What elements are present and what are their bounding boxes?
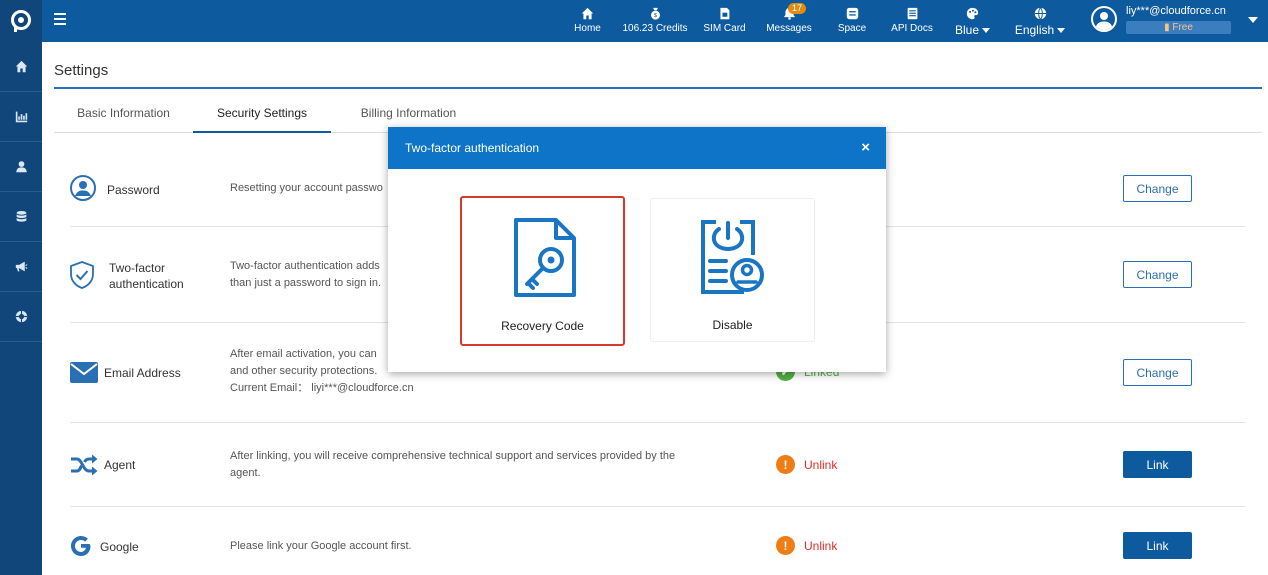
agent-status: ! Unlink xyxy=(776,455,837,474)
left-rail xyxy=(0,0,42,575)
nav-home[interactable]: Home xyxy=(570,0,605,42)
support-icon xyxy=(15,310,27,323)
google-icon xyxy=(71,536,91,556)
chart-icon xyxy=(15,111,27,123)
user-avatar-icon xyxy=(1095,12,1113,30)
palette-icon xyxy=(966,7,979,20)
agent-link-button[interactable]: Link xyxy=(1123,451,1192,478)
two-factor-title: Two-factor authentication xyxy=(109,261,184,291)
nav-home-label: Home xyxy=(574,23,601,34)
shuffle-icon xyxy=(71,454,98,476)
email-desc: After email activation, you can and other… xyxy=(230,348,414,394)
globe-icon xyxy=(1034,7,1046,20)
plan-badge: ▮ Free xyxy=(1126,21,1231,34)
email-change-button[interactable]: Change xyxy=(1123,359,1192,386)
google-title: Google xyxy=(100,540,139,554)
rail-item-storage[interactable] xyxy=(0,192,42,242)
google-status: ! Unlink xyxy=(776,536,837,555)
nav-space-label: Space xyxy=(837,23,867,34)
google-desc: Please link your Google account first. xyxy=(230,540,412,552)
megaphone-icon xyxy=(15,261,27,272)
nav-api-docs[interactable]: API Docs xyxy=(887,0,937,42)
user-menu-chevron-icon[interactable] xyxy=(1248,17,1258,23)
user-email: liy***@cloudforce.cn xyxy=(1126,5,1226,17)
rail-item-support[interactable] xyxy=(0,292,42,342)
nav-theme[interactable]: Blue xyxy=(950,0,995,42)
two-factor-modal: Two-factor authentication × Recovery Cod… xyxy=(388,127,886,372)
disable-icon xyxy=(701,220,764,294)
password-title: Password xyxy=(107,183,160,197)
password-desc: Resetting your account passwo xyxy=(230,182,383,194)
nav-sim-card-label: SIM Card xyxy=(703,23,746,34)
email-title: Email Address xyxy=(104,366,181,380)
home-icon xyxy=(15,60,27,73)
rail-item-marketing[interactable] xyxy=(0,242,42,292)
chevron-down-icon xyxy=(1057,28,1066,34)
email-icon xyxy=(70,362,98,383)
chevron-down-icon xyxy=(982,28,991,34)
rail-item-statistics[interactable] xyxy=(0,92,42,142)
title-divider xyxy=(54,87,1262,89)
option-recovery-code-label: Recovery Code xyxy=(501,319,584,333)
security-row-google: Google Please link your Google account f… xyxy=(70,507,1245,575)
top-bar: Home $ 106.23 Credits SIM Card 17 Messag… xyxy=(42,0,1268,42)
warning-icon: ! xyxy=(776,455,795,474)
agent-desc: After linking, you will receive comprehe… xyxy=(230,450,676,479)
option-disable-label: Disable xyxy=(712,318,753,332)
shield-icon xyxy=(70,261,94,289)
user-icon xyxy=(15,161,27,173)
option-disable[interactable]: Disable xyxy=(650,198,815,342)
password-change-button[interactable]: Change xyxy=(1123,175,1192,202)
modal-header: Two-factor authentication × xyxy=(388,127,886,169)
two-factor-change-button[interactable]: Change xyxy=(1123,261,1192,288)
nav-space[interactable]: Space xyxy=(832,0,872,42)
nav-api-docs-label: API Docs xyxy=(891,23,933,34)
nav-messages-label: Messages xyxy=(766,23,812,34)
api-docs-icon xyxy=(907,7,917,20)
google-link-button[interactable]: Link xyxy=(1123,532,1192,559)
nav-credits[interactable]: $ 106.23 Credits xyxy=(620,0,690,42)
avatar[interactable] xyxy=(1091,6,1117,32)
sim-card-icon xyxy=(720,7,730,20)
page-title: Settings xyxy=(54,62,109,79)
agent-title: Agent xyxy=(104,458,136,472)
close-icon[interactable]: × xyxy=(861,127,870,169)
menu-toggle-icon[interactable] xyxy=(54,13,66,27)
home-icon xyxy=(581,7,594,20)
user-menu[interactable]: liy***@cloudforce.cn ▮ Free xyxy=(1091,0,1268,42)
nav-language[interactable]: English xyxy=(1010,0,1070,42)
logo[interactable] xyxy=(0,0,42,42)
rail-item-account[interactable] xyxy=(0,142,42,192)
nav-messages[interactable]: 17 Messages xyxy=(764,0,814,42)
space-icon xyxy=(846,7,858,20)
messages-badge: 17 xyxy=(788,3,807,14)
logo-icon xyxy=(11,10,31,32)
nav-sim-card[interactable]: SIM Card xyxy=(702,0,747,42)
tab-basic-information[interactable]: Basic Information xyxy=(66,98,181,133)
password-account-icon xyxy=(70,175,96,201)
tab-security-settings[interactable]: Security Settings xyxy=(193,98,331,133)
nav-language-label: English xyxy=(1015,23,1066,37)
option-recovery-code[interactable]: Recovery Code xyxy=(460,196,625,346)
security-row-agent: Agent After linking, you will receive co… xyxy=(70,423,1245,507)
modal-title: Two-factor authentication xyxy=(405,141,540,155)
nav-theme-label: Blue xyxy=(955,23,991,37)
credits-icon: $ xyxy=(650,7,660,20)
two-factor-desc: Two-factor authentication adds than just … xyxy=(230,260,382,289)
nav-credits-label: 106.23 Credits xyxy=(622,23,688,34)
database-icon xyxy=(16,210,26,222)
warning-icon: ! xyxy=(776,536,795,555)
recovery-code-icon xyxy=(514,218,576,297)
plan-icon: ▮ xyxy=(1164,22,1170,33)
rail-item-home[interactable] xyxy=(0,42,42,92)
